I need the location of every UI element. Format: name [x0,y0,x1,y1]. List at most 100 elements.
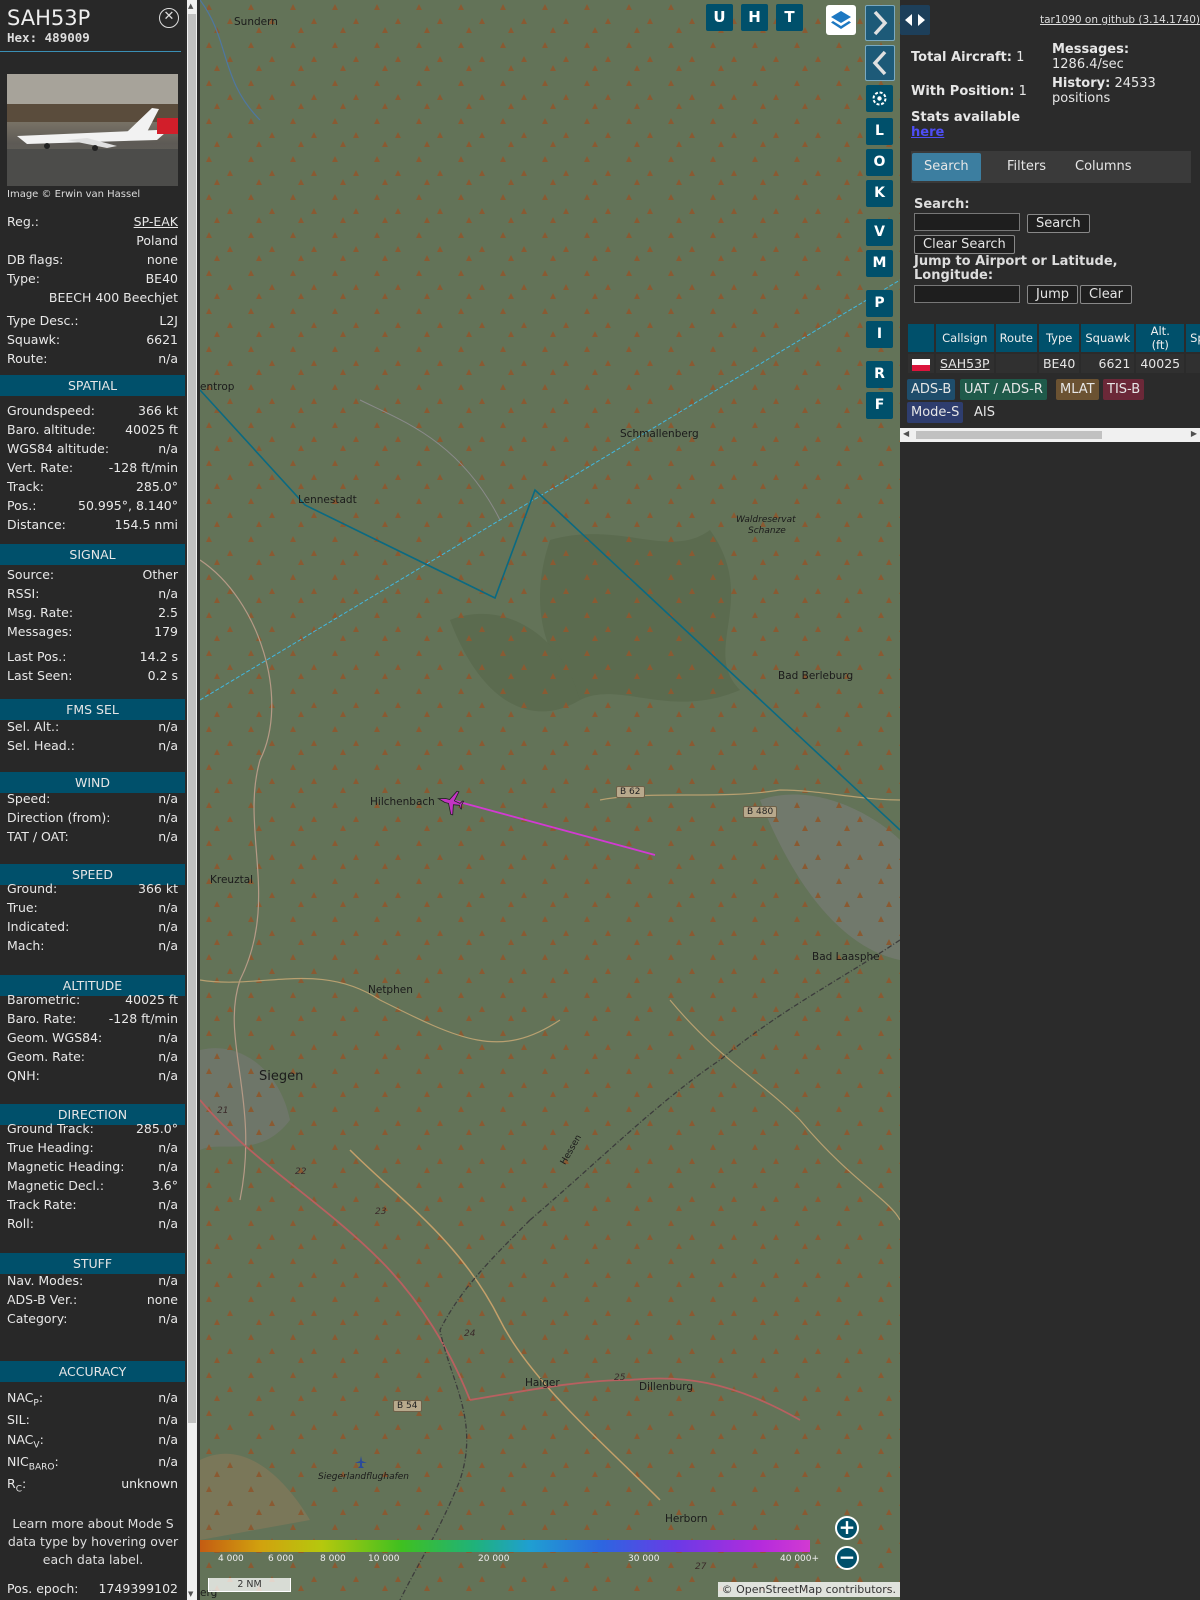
layers-icon[interactable] [826,5,856,35]
osm-link[interactable]: OpenStreetMap [736,1583,822,1596]
field-value: n/a [158,719,178,734]
zoom-out-icon[interactable]: − [835,1546,859,1570]
table-hscrollbar[interactable]: ◀ ▶ [900,428,1200,442]
label-main: NAC [7,1390,34,1405]
jump-button[interactable]: Jump [1027,285,1078,304]
toggle-h-button[interactable]: H [741,4,768,31]
field-label: Vert. Rate: [7,460,74,475]
field-value: -128 ft/min [108,460,178,475]
toggle-t-button[interactable]: T [776,4,803,31]
close-icon[interactable]: ✕ [159,8,179,28]
search-button[interactable]: Search [1027,214,1090,233]
toggle-u-button[interactable]: U [706,4,733,31]
stats-available: Stats available here [911,110,1020,140]
stats-here-link[interactable]: here [911,125,944,140]
label-colon: : [54,1454,59,1469]
town-kreuztal: Kreuztal [210,874,254,886]
field-value: n/a [158,1311,178,1326]
toggle-r-button[interactable]: R [866,361,893,388]
registration-link[interactable]: SP-EAK [134,213,178,231]
withpos-label: With Position: [911,84,1015,99]
field-value: 2.5 [158,605,178,620]
alt-label-40000: 40 000+ [780,1554,820,1564]
scroll-right-icon[interactable]: ▶ [1191,429,1197,438]
field-label: Geom. Rate: [7,1049,86,1064]
spatial-row: Pos.: 50.995°, 8.140° [7,497,178,515]
field-label: Track: [7,479,44,494]
col-squawk[interactable]: Squawk [1081,324,1135,352]
accuracy-row: NACV: n/a [7,1431,178,1451]
row-callsign[interactable]: SAH53P [936,354,994,373]
toggle-f-button[interactable]: F [866,392,893,419]
with-position: With Position: 1 [911,84,1027,99]
github-link[interactable]: tar1090 on github (3.14.1740) [1040,14,1200,26]
col-callsign[interactable]: Callsign [936,324,994,352]
direction-row: Ground Track: 285.0° [7,1120,178,1138]
map-view[interactable]: Sundern entrop Schmallenberg Lennestadt … [200,0,900,1600]
hex-value: 489009 [44,30,90,45]
section-stuff: STUFF [0,1253,185,1274]
toggle-i-button[interactable]: I [866,321,893,348]
road-num-22: 22 [295,1167,307,1177]
chevron-left-icon[interactable] [865,45,895,81]
total-aircraft: Total Aircraft: 1 [911,50,1024,65]
total-value: 1 [1016,50,1025,65]
field-value: n/a [158,1159,178,1174]
col-altitude[interactable]: Alt. (ft) [1136,324,1185,352]
aircraft-photo[interactable] [7,74,178,186]
type-full-row: BEECH 400 Beechjet [7,289,178,307]
dbflags-row: DB flags: none [7,251,178,269]
spatial-row: Vert. Rate: -128 ft/min [7,459,178,477]
tab-search[interactable]: Search [912,153,981,181]
signal-row: Source: Other [7,566,178,584]
aircraft-icon[interactable] [436,787,466,817]
gear-icon[interactable] [866,85,893,112]
toggle-m-button[interactable]: M [866,250,893,277]
spatial-row: WGS84 altitude: n/a [7,440,178,458]
col-type[interactable]: Type [1038,324,1080,352]
map-attribution: © OpenStreetMap contributors. [717,1582,900,1597]
field-label: Last Seen: [7,668,73,683]
search-input[interactable] [914,213,1020,231]
field-value: n/a [158,1412,178,1427]
tab-filters[interactable]: Filters [995,153,1058,181]
field-label: NACV: [7,1431,44,1451]
expand-icon[interactable] [900,5,930,35]
history-stat: History: 24533 positions [1052,76,1192,106]
wind-row: TAT / OAT: n/a [7,828,178,846]
scrollbar-thumb[interactable] [188,14,196,1423]
country-row: Poland [7,232,178,250]
town-schmallenberg: Schmallenberg [620,428,699,440]
field-value: 366 kt [138,881,178,896]
toggle-v-button[interactable]: V [866,219,893,246]
jump-input[interactable] [914,285,1020,303]
jump-label: Jump to Airport or Latitude, Longitude: [914,254,1118,283]
field-value: n/a [158,900,178,915]
toggle-l-button[interactable]: L [866,118,893,145]
row-squawk: 6621 [1081,354,1135,373]
scroll-up-icon[interactable]: ▲ [188,2,193,10]
field-value: n/a [158,586,178,601]
town-lennestadt: Lennestadt [298,494,357,506]
section-spatial: SPATIAL [0,375,185,396]
clear-button[interactable]: Clear [1080,285,1132,304]
zoom-in-icon[interactable]: + [835,1516,859,1540]
field-label: WGS84 altitude: [7,441,110,456]
signal-row: Last Pos.: 14.2 s [7,648,178,666]
toggle-p-button[interactable]: P [866,290,893,317]
toggle-o-button[interactable]: O [866,149,893,176]
col-route[interactable]: Route [995,324,1037,352]
table-row[interactable]: SAH53P BE40 6621 40025 [908,354,1200,373]
field-label: Sel. Head.: [7,738,75,753]
scroll-down-icon[interactable]: ▼ [188,1590,193,1598]
clear-search-button[interactable]: Clear Search [914,235,1015,254]
scroll-left-icon[interactable]: ◀ [903,429,909,438]
sidebar-scrollbar[interactable]: ▲ ▼ [187,0,197,1600]
hscroll-thumb[interactable] [916,431,1102,439]
spatial-row: Track: 285.0° [7,478,178,496]
col-speed[interactable]: Spd. [1186,324,1200,352]
tab-columns[interactable]: Columns [1063,153,1144,181]
toggle-k-button[interactable]: K [866,180,893,207]
messages-label: Messages: [1052,42,1130,57]
chevron-right-icon[interactable] [865,5,895,41]
